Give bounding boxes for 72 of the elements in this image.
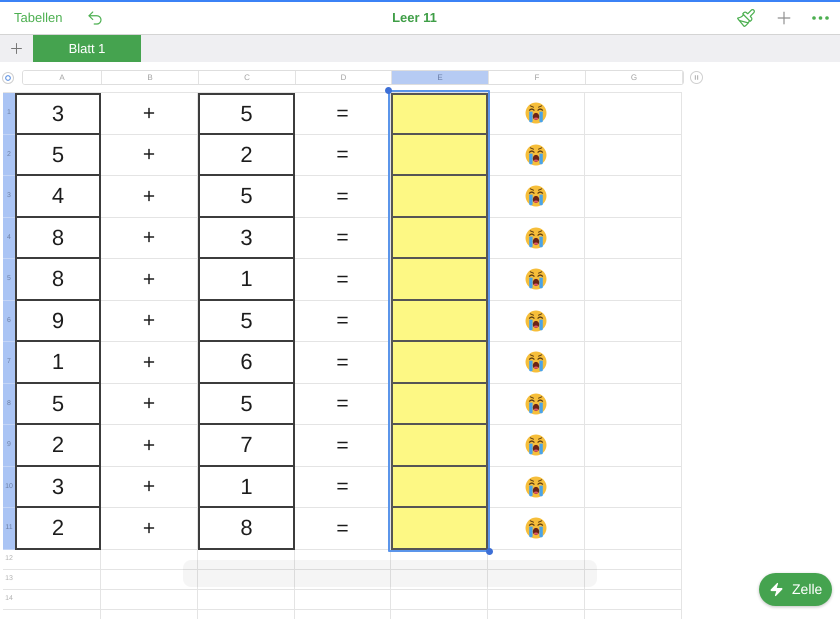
table-cell: 1 <box>198 466 295 508</box>
paintbrush-icon <box>736 8 756 28</box>
table-cell: 5 <box>198 176 295 218</box>
answer-box[interactable] <box>391 425 488 466</box>
pause-icon[interactable] <box>690 71 703 84</box>
table-cell: 8 <box>198 508 295 550</box>
format-button[interactable] <box>736 8 756 28</box>
answer-box[interactable] <box>391 384 488 425</box>
table-cell: + <box>101 425 198 466</box>
answer-box[interactable] <box>391 466 488 508</box>
circle-icon[interactable] <box>2 72 14 84</box>
answer-box[interactable] <box>391 134 488 176</box>
plus-icon <box>8 40 25 57</box>
table-cell: 2 <box>198 134 295 176</box>
table-cell: + <box>101 508 198 550</box>
table-cell: 6 <box>198 342 295 384</box>
table-cell: 5 <box>198 300 295 342</box>
answer-box[interactable] <box>391 218 488 259</box>
table-cell: 5 <box>15 384 101 425</box>
crying-face-icon <box>525 351 547 374</box>
table-cell: 5 <box>15 134 101 176</box>
table-cell: + <box>101 384 198 425</box>
crying-face-icon <box>525 226 547 249</box>
crying-face-icon <box>525 185 547 208</box>
table-cell: 1 <box>198 259 295 300</box>
table-cell: 3 <box>198 218 295 259</box>
answer-box[interactable] <box>391 176 488 218</box>
answer-box[interactable] <box>391 259 488 300</box>
table-cell: 2 <box>15 508 101 550</box>
column-header[interactable]: A <box>23 71 102 84</box>
table-cell: + <box>101 93 198 134</box>
selection-handle-icon[interactable] <box>486 548 493 554</box>
document-title: Leer 11 <box>392 9 437 28</box>
lightning-icon <box>769 582 784 597</box>
answer-box[interactable] <box>391 342 488 384</box>
answer-box[interactable] <box>391 300 488 342</box>
crying-face-icon <box>525 310 547 332</box>
answer-box[interactable] <box>391 93 488 134</box>
crying-face-icon <box>525 392 547 415</box>
crying-face-icon <box>525 268 547 290</box>
table-cell: + <box>101 300 198 342</box>
crying-face-icon <box>525 102 547 124</box>
table-cell: + <box>101 218 198 259</box>
table-cell: 8 <box>15 218 101 259</box>
sheet-tab[interactable]: Blatt 1 <box>33 35 141 62</box>
table-cell: 4 <box>15 176 101 218</box>
table-cell: 3 <box>15 93 101 134</box>
table-cell: + <box>101 259 198 300</box>
crying-face-icon <box>525 476 547 498</box>
table-cell: 5 <box>198 384 295 425</box>
table-cell: 3 <box>15 466 101 508</box>
table-cell: + <box>101 342 198 384</box>
crying-face-icon <box>525 144 547 166</box>
table-cell: 9 <box>15 300 101 342</box>
more-icon <box>812 16 830 20</box>
table-cell: 8 <box>15 259 101 300</box>
crying-face-icon <box>525 517 547 540</box>
undo-button[interactable] <box>86 9 104 27</box>
table-cell: 5 <box>198 93 295 134</box>
selection-handle-icon[interactable] <box>385 87 392 94</box>
answer-box[interactable] <box>391 508 488 550</box>
column-header[interactable]: E <box>392 71 489 84</box>
cell-action-button[interactable]: Zelle <box>759 573 832 606</box>
back-button[interactable]: Tabellen <box>14 8 62 28</box>
table-cell: + <box>101 134 198 176</box>
table-cell: 1 <box>15 342 101 384</box>
table-cell: 2 <box>15 425 101 466</box>
undo-icon <box>86 9 104 27</box>
table-cell: 7 <box>198 425 295 466</box>
crying-face-icon <box>525 434 547 456</box>
table-cell: + <box>101 176 198 218</box>
table-cell: + <box>101 466 198 508</box>
